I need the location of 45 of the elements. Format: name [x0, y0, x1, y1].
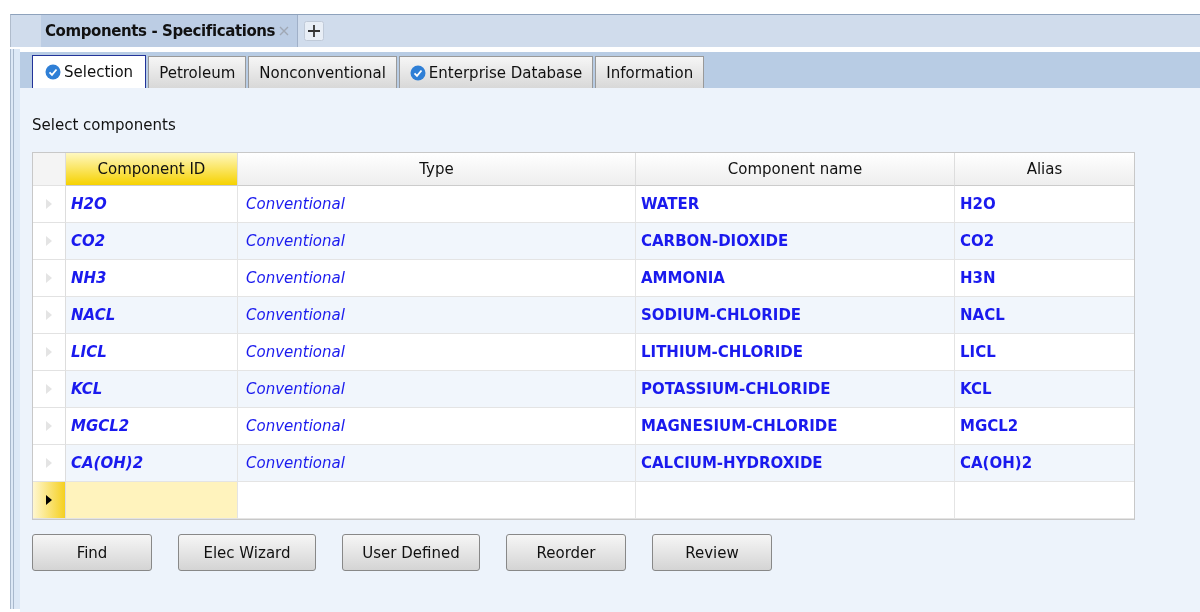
- table-cell: CA(OH)2: [955, 445, 1134, 482]
- action-button[interactable]: Reorder: [506, 534, 626, 571]
- close-icon[interactable]: [279, 26, 290, 36]
- section-tab[interactable]: Enterprise Database: [398, 56, 594, 88]
- row-marker-icon[interactable]: [46, 310, 52, 320]
- row-marker-icon[interactable]: [46, 458, 52, 468]
- new-entry-cell[interactable]: [66, 482, 238, 519]
- row-marker-icon[interactable]: [46, 347, 52, 357]
- table-cell: CA(OH)2: [66, 445, 238, 482]
- table-cell: Conventional: [238, 297, 636, 334]
- row-marker-icon[interactable]: [46, 495, 52, 505]
- check-icon: [409, 64, 426, 81]
- table-cell: NACL: [66, 297, 238, 334]
- check-icon: [45, 64, 61, 80]
- column-header[interactable]: Type: [238, 153, 636, 186]
- table-cell: KCL: [955, 371, 1134, 408]
- table-cell: Conventional: [238, 371, 636, 408]
- section-tab[interactable]: Selection: [32, 55, 147, 88]
- row-marker-icon[interactable]: [46, 384, 52, 394]
- row-marker-icon[interactable]: [46, 199, 52, 209]
- action-button[interactable]: Find: [32, 534, 152, 571]
- document-tab[interactable]: Components - Specifications: [41, 15, 299, 47]
- action-button[interactable]: User Defined: [342, 534, 480, 571]
- section-tab[interactable]: Information: [595, 56, 705, 88]
- table-cell: Conventional: [238, 223, 636, 260]
- table-cell: CALCIUM-HYDROXIDE: [636, 445, 955, 482]
- row-marker-icon[interactable]: [46, 236, 52, 246]
- table-cell: NACL: [955, 297, 1134, 334]
- section-tab[interactable]: Petroleum: [148, 56, 247, 88]
- table-cell: POTASSIUM-CHLORIDE: [636, 371, 955, 408]
- row-marker-icon[interactable]: [46, 273, 52, 283]
- action-button[interactable]: Elec Wizard: [178, 534, 316, 571]
- action-button[interactable]: Review: [652, 534, 772, 571]
- table-cell: KCL: [66, 371, 238, 408]
- table-cell: CARBON-DIOXIDE: [636, 223, 955, 260]
- table-cell: CO2: [66, 223, 238, 260]
- table-cell: CO2: [955, 223, 1134, 260]
- table-cell: Conventional: [238, 445, 636, 482]
- add-tab-icon[interactable]: [304, 21, 325, 41]
- column-header[interactable]: Component name: [636, 153, 955, 186]
- table-cell: SODIUM-CHLORIDE: [636, 297, 955, 334]
- row-marker-icon[interactable]: [46, 421, 52, 431]
- section-label: Select components: [32, 116, 177, 134]
- section-tab[interactable]: Nonconventional: [248, 56, 397, 88]
- column-header[interactable]: Component ID: [66, 153, 238, 186]
